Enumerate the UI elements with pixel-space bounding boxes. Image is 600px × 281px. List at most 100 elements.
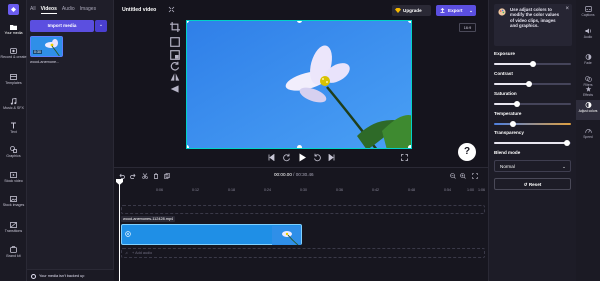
rail-item-record[interactable]: Record & create <box>0 48 27 59</box>
slider-knob[interactable] <box>564 140 571 146</box>
fit-screen-icon[interactable] <box>170 37 180 47</box>
rail-item-brand-kit[interactable]: Brand kit <box>0 246 27 258</box>
left-rail: Your media Record & create Templates Mus… <box>0 0 27 281</box>
media-filename: wood-anemone... <box>30 60 60 64</box>
prop-label: Effects <box>582 93 594 97</box>
rail-item-text[interactable]: Text <box>0 122 27 134</box>
zoom-out-icon[interactable] <box>450 173 456 179</box>
captions-icon <box>584 6 592 12</box>
rail-label: Graphics <box>6 154 21 158</box>
music-note-icon: ♫ <box>125 251 128 255</box>
add-audio-track[interactable]: ♫ + Add audio <box>121 248 485 258</box>
temperature-label: Temperature <box>494 111 522 116</box>
slider-knob[interactable] <box>514 101 521 107</box>
tab-videos[interactable]: Videos <box>40 6 57 14</box>
playhead-line[interactable] <box>119 180 120 281</box>
timeline-tick: 0:30 <box>300 188 307 192</box>
timeline-tick: 1:06 <box>478 188 485 192</box>
upgrade-label: Upgrade <box>403 8 422 13</box>
upgrade-button[interactable]: Upgrade <box>392 5 431 16</box>
help-button[interactable]: ? <box>458 143 476 161</box>
fit-icon[interactable] <box>168 6 175 13</box>
rewind-5-icon[interactable] <box>282 153 291 162</box>
duplicate-icon[interactable] <box>164 173 170 179</box>
timeline-tick: 0:54 <box>444 188 451 192</box>
temperature-slider[interactable] <box>494 121 571 127</box>
blend-mode-select[interactable]: Normal ⌄ <box>494 160 571 172</box>
redo-icon[interactable] <box>130 173 136 179</box>
prop-item-adjust-colors[interactable]: Adjust colors <box>576 100 600 120</box>
split-icon[interactable] <box>142 173 148 179</box>
total-time: / 00:30.46 <box>293 172 314 177</box>
slider-knob[interactable] <box>525 81 532 87</box>
rail-item-music[interactable]: Music & SFX <box>0 98 27 110</box>
contrast-slider[interactable] <box>494 81 571 87</box>
palette-icon <box>498 8 506 16</box>
slider-knob[interactable] <box>529 61 536 67</box>
video-preview[interactable] <box>186 20 412 149</box>
playhead-handle-icon[interactable] <box>116 179 123 185</box>
prop-item-speed[interactable]: Speed <box>576 128 600 139</box>
slider-fill <box>494 142 568 144</box>
skip-back-icon[interactable] <box>268 154 275 161</box>
rail-label: Your media <box>4 31 23 35</box>
rail-item-stock-video[interactable]: Stock video <box>0 172 27 183</box>
prop-item-captions[interactable]: Captions <box>576 6 600 17</box>
close-icon[interactable]: × <box>565 6 569 12</box>
exposure-slider[interactable] <box>494 61 571 67</box>
flip-vertical-icon[interactable] <box>170 84 180 94</box>
prop-item-effects[interactable]: Effects <box>576 86 600 97</box>
flip-horizontal-icon[interactable] <box>170 72 180 82</box>
rotate-icon[interactable] <box>170 61 180 71</box>
rail-item-graphics[interactable]: Graphics <box>0 146 27 158</box>
timeline-tick: 0:48 <box>408 188 415 192</box>
project-title[interactable]: Untitled video <box>122 7 156 13</box>
zoom-in-icon[interactable] <box>460 173 466 179</box>
fit-timeline-icon[interactable] <box>472 173 478 179</box>
rail-item-stock-images[interactable]: Stock images <box>0 196 27 207</box>
transparency-slider[interactable] <box>494 140 571 146</box>
tab-images[interactable]: Images <box>80 6 96 14</box>
tab-all[interactable]: All <box>30 6 36 14</box>
media-tabs: All Videos Audio Images <box>30 6 96 14</box>
timeline-tick: 0:24 <box>264 188 271 192</box>
aspect-ratio-button[interactable]: 16:9 <box>459 23 476 32</box>
play-icon[interactable] <box>298 153 307 162</box>
prop-item-audio[interactable]: Audio <box>576 28 600 39</box>
reset-button[interactable]: ↺ Reset <box>494 178 571 190</box>
timeline-tick: 1:00 <box>467 188 474 192</box>
timeline-tick: 0:42 <box>372 188 379 192</box>
media-panel: All Videos Audio Images Import media ⌄ 0… <box>27 0 114 281</box>
rail-item-your-media[interactable]: Your media <box>0 24 27 35</box>
skip-forward-icon[interactable] <box>328 154 335 161</box>
import-dropdown-button[interactable]: ⌄ <box>95 20 107 32</box>
prop-item-fade[interactable]: Fade <box>576 54 600 65</box>
forward-5-icon[interactable] <box>313 153 322 162</box>
filters-icon <box>584 76 592 82</box>
fullscreen-icon[interactable] <box>401 154 408 161</box>
delete-icon[interactable] <box>153 173 159 179</box>
contrast-label: Contrast <box>494 71 513 76</box>
empty-track[interactable] <box>121 205 485 214</box>
slider-knob[interactable] <box>510 121 517 127</box>
chevron-down-icon: ⌄ <box>98 22 104 28</box>
rail-item-templates[interactable]: Templates <box>0 74 27 85</box>
saturation-slider[interactable] <box>494 101 571 107</box>
flower-preview-image <box>187 21 411 148</box>
video-clip[interactable] <box>121 224 302 245</box>
export-button[interactable]: Export ⌄ <box>436 5 476 16</box>
adjust-colors-panel: Use adjust colors to modify the color va… <box>488 0 576 281</box>
record-icon <box>10 48 17 54</box>
crop-icon[interactable] <box>170 22 180 32</box>
stock-video-icon <box>10 172 17 178</box>
tab-audio[interactable]: Audio <box>62 6 75 14</box>
current-time: 00:00.00 <box>274 172 292 177</box>
adjust-info-card: Use adjust colors to modify the color va… <box>494 4 572 46</box>
backup-status[interactable]: Your media isn't backed up <box>27 269 114 281</box>
import-media-button[interactable]: Import media <box>30 20 94 32</box>
pip-icon[interactable] <box>170 50 180 60</box>
rail-item-transitions[interactable]: Transitions <box>0 222 27 233</box>
media-thumbnail[interactable]: 0:30 <box>30 36 63 57</box>
clip-settings-icon[interactable] <box>125 231 131 237</box>
add-audio-label: + Add audio <box>132 251 153 255</box>
